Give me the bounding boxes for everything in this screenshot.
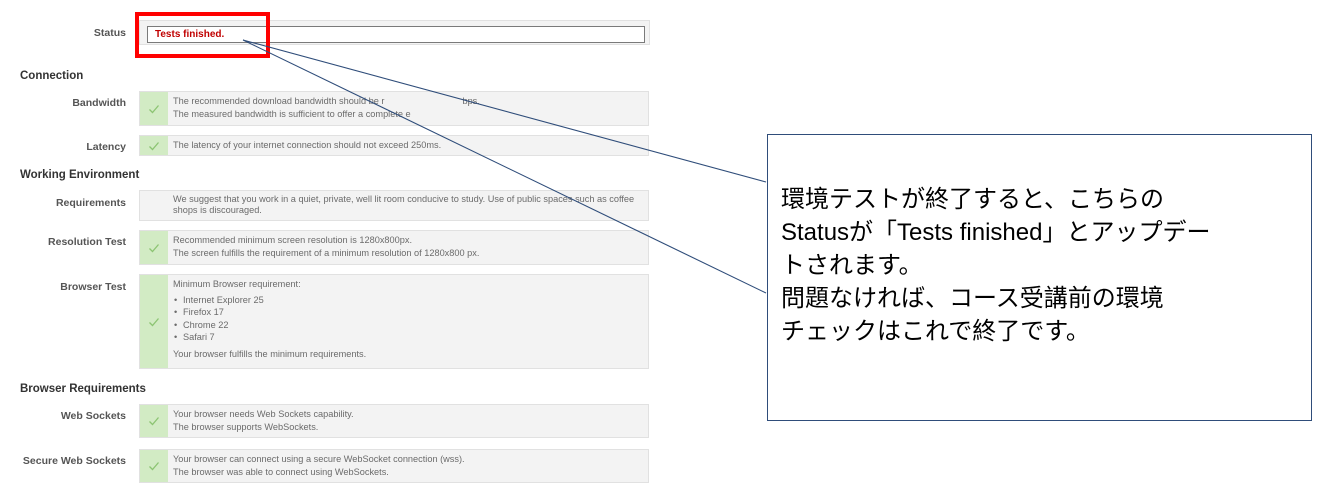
secure-websockets-text-2: The browser was able to connect using We… (173, 466, 389, 477)
websockets-label: Web Sockets (60, 410, 126, 422)
resolution-label: Resolution Test (48, 236, 126, 248)
resolution-text-1: Recommended minimum screen resolution is… (173, 235, 412, 245)
callout-line: 問題なければ、コース受講前の環境 (781, 285, 1164, 312)
browser-list-item: Firefox 17 (174, 306, 642, 319)
latency-panel: The latency of your internet connection … (139, 135, 649, 156)
requirements-label: Requirements (55, 197, 126, 209)
requirements-text-1: We suggest that you work in a quiet, pri… (173, 194, 635, 215)
bandwidth-text-2: The measured bandwidth is sufficient to … (173, 108, 411, 119)
check-icon (140, 136, 168, 155)
requirements-panel: We suggest that you work in a quiet, pri… (139, 190, 649, 221)
secure-websockets-panel: Your browser can connect using a secure … (139, 449, 649, 483)
bandwidth-text-1-tail: bps. (462, 96, 480, 106)
callout-line: チェックはこれで終了です。 (781, 318, 1090, 345)
websockets-text-2: The browser supports WebSockets. (173, 421, 319, 432)
browser-list-item: Chrome 22 (174, 319, 642, 332)
callout-box: 環境テストが終了すると、こちらの Statusが「Tests finished」… (767, 134, 1312, 421)
browser-test-label: Browser Test (60, 281, 126, 293)
status-label: Status (93, 27, 126, 39)
check-icon (140, 92, 168, 125)
browser-text-2: Your browser fulfills the minimum requir… (173, 348, 367, 359)
bandwidth-panel: The recommended download bandwidth shoul… (139, 91, 649, 126)
browser-text-1: Minimum Browser requirement: (173, 279, 301, 289)
check-icon (140, 405, 168, 437)
browser-list-item: Internet Explorer 25 (174, 294, 642, 307)
secure-websockets-label: Secure Web Sockets (22, 455, 126, 467)
websockets-text-1: Your browser needs Web Sockets capabilit… (173, 409, 354, 419)
callout-line: Statusが「Tests finished」とアップデー (781, 219, 1211, 246)
secure-websockets-text-1: Your browser can connect using a secure … (173, 454, 465, 464)
browser-list-item: Safari 7 (174, 331, 642, 344)
latency-label: Latency (86, 141, 126, 153)
bandwidth-text-1: The recommended download bandwidth shoul… (173, 96, 385, 106)
latency-text-1: The latency of your internet connection … (173, 140, 442, 150)
callout-line: 環境テストが終了すると、こちらの (781, 186, 1165, 213)
check-icon (140, 275, 168, 368)
check-icon (140, 450, 168, 482)
section-connection: Connection (20, 70, 84, 82)
status-highlight-box (135, 12, 270, 58)
resolution-text-2: The screen fulfills the requirement of a… (173, 247, 480, 258)
section-working-environment: Working Environment (20, 169, 140, 181)
browser-test-panel: Minimum Browser requirement: Internet Ex… (139, 274, 649, 369)
callout-line: トされます。 (781, 252, 923, 279)
section-browser-requirements: Browser Requirements (20, 383, 146, 395)
browser-list: Internet Explorer 25 Firefox 17 Chrome 2… (173, 294, 642, 344)
check-icon (140, 231, 168, 264)
resolution-panel: Recommended minimum screen resolution is… (139, 230, 649, 265)
bandwidth-label: Bandwidth (72, 97, 126, 109)
websockets-panel: Your browser needs Web Sockets capabilit… (139, 404, 649, 438)
